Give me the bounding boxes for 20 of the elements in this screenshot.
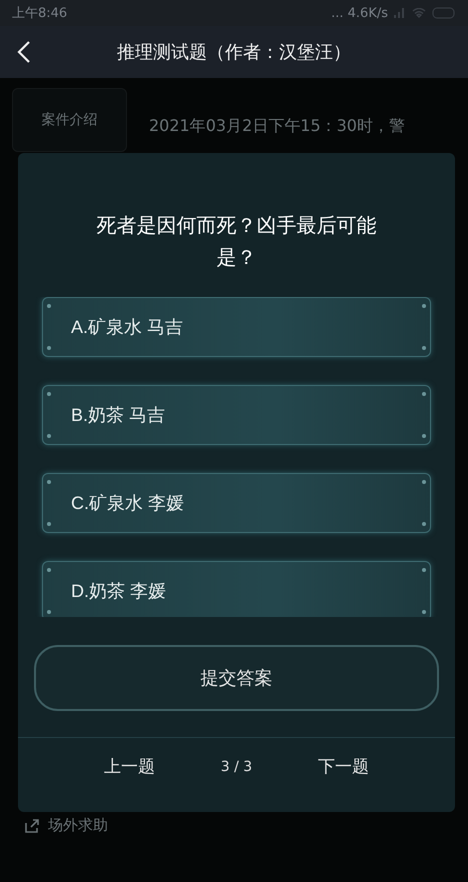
page-counter: 3 / 3 bbox=[220, 758, 252, 774]
next-button[interactable]: 下一题 bbox=[312, 754, 376, 779]
share-icon bbox=[24, 818, 40, 834]
wifi-icon bbox=[412, 8, 426, 18]
sidebar-tab[interactable]: 案件介绍 bbox=[12, 88, 127, 152]
signal-icon bbox=[394, 8, 406, 18]
network-speed: ... 4.6K/s bbox=[331, 6, 388, 20]
back-button[interactable] bbox=[16, 40, 32, 64]
question-text: 死者是因何而死？凶手最后可能是？ bbox=[96, 212, 378, 271]
answer-option[interactable]: B.奶茶 马吉 bbox=[42, 385, 431, 445]
battery-icon bbox=[432, 7, 456, 19]
help-link[interactable]: 场外求助 bbox=[48, 816, 108, 835]
status-time: 上午8:46 bbox=[12, 5, 68, 22]
case-description: 2021年03月2日下午15：30时，警 bbox=[149, 115, 406, 137]
previous-button[interactable]: 上一题 bbox=[98, 754, 161, 779]
answer-option[interactable]: C.矿泉水 李媛 bbox=[42, 473, 431, 533]
answer-option[interactable]: A.矿泉水 马吉 bbox=[42, 297, 431, 357]
page-title: 推理测试题（作者：汉堡汪） bbox=[116, 41, 352, 64]
submit-button[interactable]: 提交答案 bbox=[34, 645, 439, 711]
answer-option[interactable]: D.奶茶 李媛 bbox=[42, 561, 431, 617]
